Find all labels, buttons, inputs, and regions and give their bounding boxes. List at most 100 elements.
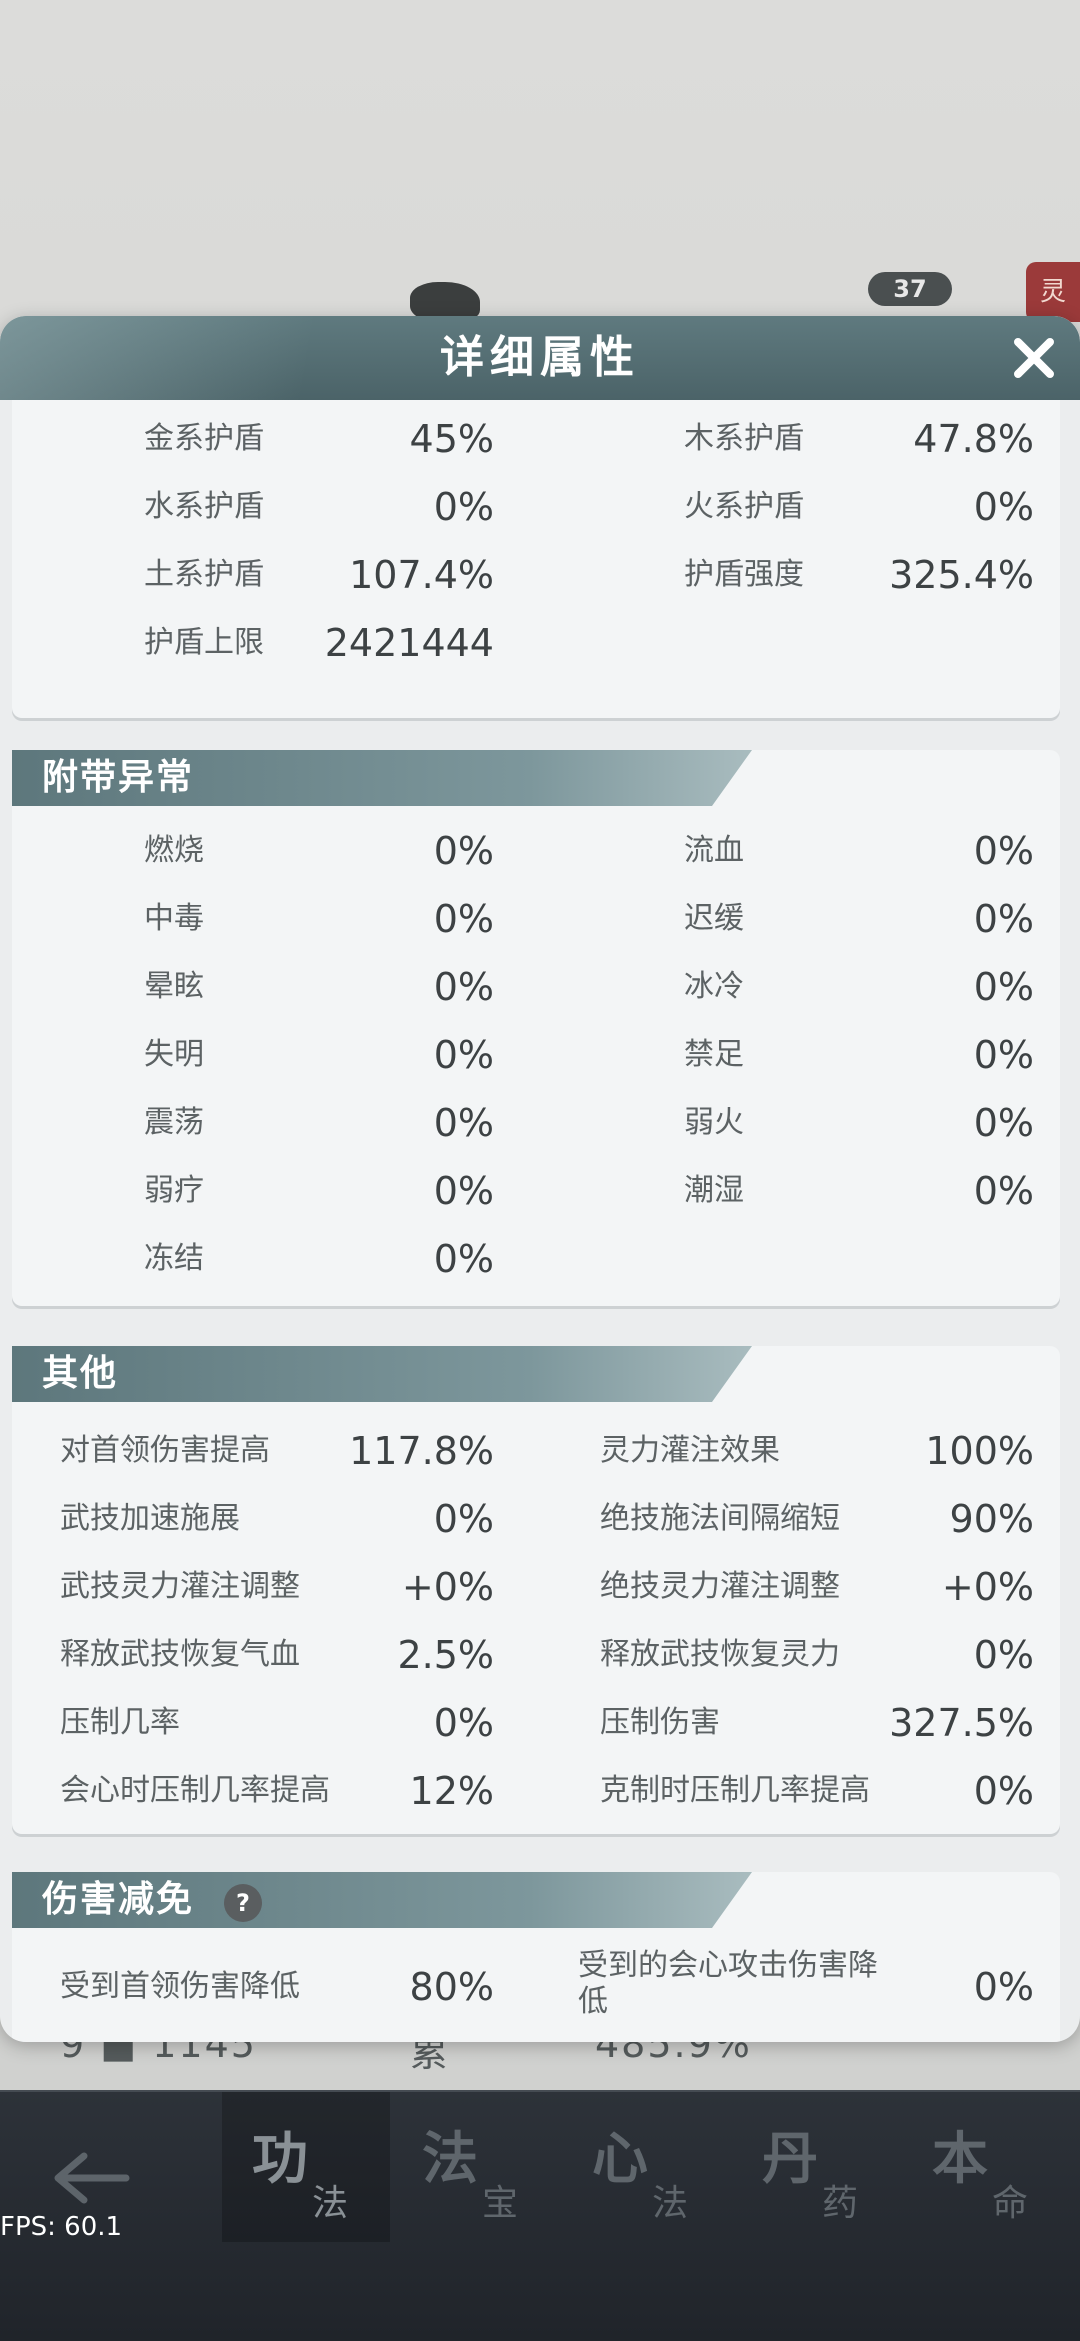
section-title: 附带异常	[42, 757, 195, 798]
stat-label: 受到首领伤害降低	[60, 1969, 300, 2004]
stat-value: 47.8%	[913, 417, 1034, 461]
stat-value: 2.5%	[397, 1633, 494, 1677]
stat-value: +0%	[941, 1565, 1034, 1609]
shield-section: 金系护盾 45% 木系护盾 47.8% 水系护盾 0% 火系护盾 0% 土系护盾…	[12, 400, 1060, 718]
stat-label: 绝技灵力灌注调整	[600, 1569, 840, 1604]
detail-attributes-modal: 详细属性 金系护盾 45% 木系护盾 47.8% 水系护盾 0% 火系护盾 0%	[0, 316, 1080, 2042]
stat-label: 压制伤害	[600, 1705, 720, 1740]
stat-label: 禁足	[684, 1037, 744, 1072]
stat-value: 325.4%	[889, 553, 1034, 597]
tab-gongfa-big: 功	[252, 2126, 308, 2192]
section-title: 其他	[42, 1353, 119, 1394]
stat-value: 107.4%	[349, 553, 494, 597]
stat-value: +0%	[401, 1565, 494, 1609]
stat-label: 弱火	[684, 1105, 744, 1140]
stat-value: 117.8%	[349, 1429, 494, 1473]
section-title: 伤害减免	[42, 1879, 195, 1920]
stat-value: 0%	[973, 897, 1034, 941]
stat-value: 45%	[409, 417, 494, 461]
close-button[interactable]	[1008, 332, 1060, 384]
stat-label: 土系护盾	[144, 557, 264, 592]
stat-row: 武技加速施展 0%	[60, 1498, 494, 1558]
stat-value: 0%	[973, 829, 1034, 873]
stat-label: 冰冷	[684, 969, 744, 1004]
stat-row: 释放武技恢复灵力 0%	[600, 1634, 1034, 1694]
stat-label: 克制时压制几率提高	[600, 1773, 870, 1808]
stat-value: 0%	[433, 897, 494, 941]
seal-badge: 灵	[1026, 262, 1080, 322]
stat-label: 冻结	[144, 1241, 204, 1276]
stat-label: 中毒	[144, 901, 204, 936]
stat-row: 禁足 0%	[684, 1034, 1034, 1094]
stat-row: 火系护盾 0%	[684, 486, 1034, 546]
abnormal-section: 附带异常 燃烧 0% 流血 0% 中毒 0% 迟缓 0% 晕眩 0% 冰冷 0% 失明 0% …	[12, 750, 1060, 1306]
tab-xinfa-big: 心	[592, 2126, 648, 2192]
stat-row: 武技灵力灌注调整 +0%	[60, 1566, 494, 1626]
modal-title: 详细属性	[440, 332, 640, 383]
section-banner: 其他	[12, 1346, 752, 1402]
stat-value: 0%	[973, 485, 1034, 529]
stat-row: 弱火 0%	[684, 1102, 1034, 1162]
level-badge: 37	[868, 272, 952, 306]
tab-xinfa[interactable]: 心 法	[562, 2092, 730, 2242]
help-icon[interactable]: ?	[224, 1884, 262, 1922]
stat-row: 木系护盾 47.8%	[684, 418, 1034, 478]
damage-reduction-section: 伤害减免 ? 受到首领伤害降低 80% 受到的会心攻击伤害降低 0%	[12, 1872, 1060, 2042]
modal-content[interactable]: 金系护盾 45% 木系护盾 47.8% 水系护盾 0% 火系护盾 0% 土系护盾…	[0, 400, 1080, 2042]
stat-label: 木系护盾	[684, 421, 804, 456]
tab-xinfa-small: 法	[652, 2183, 689, 2224]
stat-label: 震荡	[144, 1105, 204, 1140]
stat-row: 释放武技恢复气血 2.5%	[60, 1634, 494, 1694]
stat-label: 流血	[684, 833, 744, 868]
stat-label: 火系护盾	[684, 489, 804, 524]
tab-gongfa[interactable]: 功 法	[222, 2092, 390, 2242]
stat-row: 燃烧 0%	[144, 830, 494, 890]
stat-value: 0%	[973, 1769, 1034, 1813]
stat-row: 震荡 0%	[144, 1102, 494, 1162]
stat-row: 压制几率 0%	[60, 1702, 494, 1762]
stat-value: 0%	[973, 1101, 1034, 1145]
tab-fabao-big: 法	[422, 2126, 478, 2192]
stat-value: 90%	[949, 1497, 1034, 1541]
stat-value: 0%	[973, 1169, 1034, 1213]
stat-row: 绝技施法间隔缩短 90%	[600, 1498, 1034, 1558]
stat-value: 12%	[409, 1769, 494, 1813]
stat-row: 护盾强度 325.4%	[684, 554, 1034, 614]
stat-row: 水系护盾 0%	[144, 486, 494, 546]
stat-row: 对首领伤害提高 117.8%	[60, 1430, 494, 1490]
tab-benming-big: 本	[932, 2126, 988, 2192]
stat-label: 迟缓	[684, 901, 744, 936]
back-arrow-icon	[54, 2152, 130, 2204]
bottom-nav: 功 法 法 宝 心 法 丹 药 本 命	[0, 2090, 1080, 2341]
stat-label: 武技加速施展	[60, 1501, 240, 1536]
tab-benming-small: 命	[992, 2183, 1029, 2224]
tab-danyao-big: 丹	[762, 2126, 818, 2192]
stat-label: 潮湿	[684, 1173, 744, 1208]
stat-value: 0%	[433, 1101, 494, 1145]
stat-label: 护盾强度	[684, 557, 804, 592]
stat-value: 2421444	[324, 621, 494, 665]
tab-danyao[interactable]: 丹 药	[732, 2092, 900, 2242]
stat-value: 0%	[973, 1633, 1034, 1677]
stat-label: 绝技施法间隔缩短	[600, 1501, 840, 1536]
stat-row: 潮湿 0%	[684, 1170, 1034, 1230]
stat-value: 0%	[433, 1033, 494, 1077]
stat-label: 晕眩	[144, 969, 204, 1004]
stat-label: 受到的会心攻击伤害降低	[578, 1948, 878, 2019]
stat-row: 受到的会心攻击伤害降低 0%	[578, 1948, 1034, 2028]
stat-row: 弱疗 0%	[144, 1170, 494, 1230]
stat-label: 护盾上限	[144, 625, 264, 660]
tab-fabao[interactable]: 法 宝	[392, 2092, 560, 2242]
stat-label: 燃烧	[144, 833, 204, 868]
fps-counter: FPS: 60.1	[0, 2212, 123, 2242]
tab-benming[interactable]: 本 命	[902, 2092, 1070, 2242]
back-button[interactable]	[50, 2148, 130, 2208]
stat-row: 护盾上限 2421444	[144, 622, 494, 682]
stat-row: 克制时压制几率提高 0%	[600, 1770, 1034, 1830]
stat-label: 弱疗	[144, 1173, 204, 1208]
section-banner: 伤害减免 ?	[12, 1872, 752, 1928]
stat-value: 0%	[433, 965, 494, 1009]
stat-label: 金系护盾	[144, 421, 264, 456]
stat-row: 金系护盾 45%	[144, 418, 494, 478]
section-banner: 附带异常	[12, 750, 752, 806]
